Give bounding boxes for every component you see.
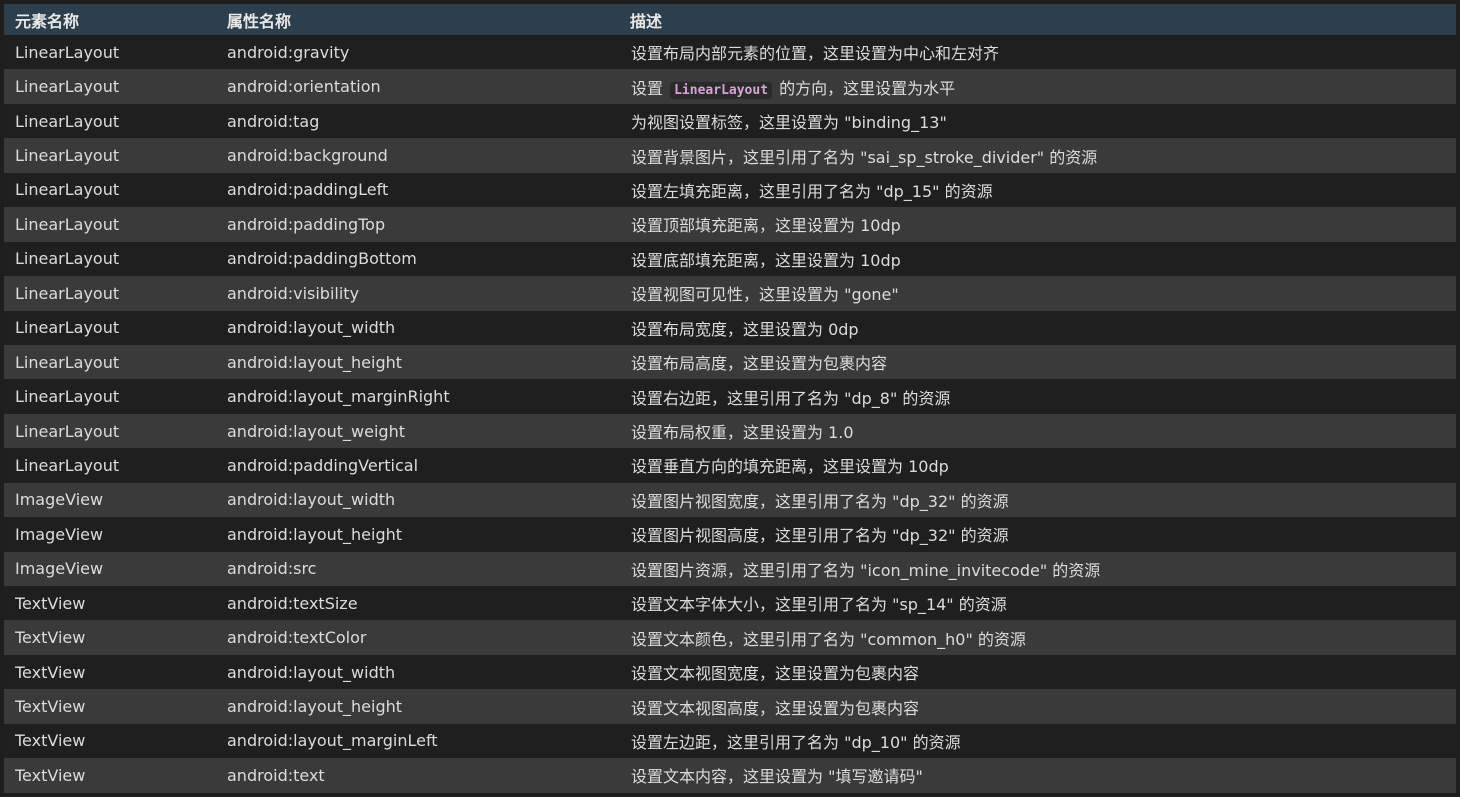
cell-description: 为视图设置标签，这里设置为 "binding_13" bbox=[631, 113, 947, 133]
table-row: LinearLayout android:layout_height 设置布局高度，… bbox=[4, 344, 1456, 380]
cell-description: 设置文本颜色，这里引用了名为 "common_h0" 的资源 bbox=[631, 629, 1026, 649]
table-row: LinearLayout android:paddingBottom 设置底部填充距… bbox=[4, 241, 1456, 277]
cell-element-name: LinearLayout bbox=[15, 111, 120, 131]
cell-description: 设置文本字体大小，这里引用了名为 "sp_14" 的资源 bbox=[631, 595, 1007, 615]
cell-description: 设置文本视图高度，这里设置为包裹内容 bbox=[631, 698, 920, 718]
cell-attribute-name: android:textColor bbox=[227, 628, 367, 648]
description-text-post: 的方向，这里设置为水平 bbox=[779, 78, 956, 98]
table-row: LinearLayout android:background 设置背景图片，这里引… bbox=[4, 138, 1456, 173]
cell-attribute-name: android:src bbox=[227, 559, 317, 579]
table-row: LinearLayout android:paddingTop 设置顶部填充距离，这… bbox=[4, 207, 1456, 242]
cell-description: 设置视图可见性，这里设置为 "gone" bbox=[631, 285, 899, 305]
inline-code: LinearLayout bbox=[670, 81, 773, 99]
cell-element-name: LinearLayout bbox=[15, 352, 120, 372]
cell-element-name: LinearLayout bbox=[15, 77, 120, 97]
cell-attribute-name: android:layout_width bbox=[227, 318, 396, 338]
cell-attribute-name: android:paddingLeft bbox=[227, 180, 389, 200]
table-row: LinearLayout android:layout_weight 设置布局权重，… bbox=[4, 413, 1456, 449]
table-row: LinearLayout android:visibility 设置视图可见性，这里… bbox=[4, 276, 1456, 311]
cell-attribute-name: android:layout_width bbox=[227, 490, 396, 510]
cell-description: 设置文本视图宽度，这里设置为包裹内容 bbox=[631, 664, 920, 684]
cell-description: 设置顶部填充距离，这里设置为 10dp bbox=[631, 216, 901, 236]
header-description: 描述 bbox=[630, 11, 663, 31]
cell-description: 设置左填充距离，这里引用了名为 "dp_15" 的资源 bbox=[631, 181, 993, 201]
table-row: ImageView android:src 设置图片资源，这里引用了名为 "icon… bbox=[4, 551, 1456, 586]
cell-description: 设置底部填充距离，这里设置为 10dp bbox=[631, 250, 901, 270]
cell-description: 设置左边距，这里引用了名为 "dp_10" 的资源 bbox=[631, 732, 961, 752]
attribute-table-container: 元素名称 属性名称 描述 LinearLayout android:gravity… bbox=[4, 4, 1456, 793]
table-row: LinearLayout android:layout_marginRight 设置… bbox=[4, 379, 1456, 414]
cell-element-name: LinearLayout bbox=[15, 421, 120, 441]
table-row: TextView android:textColor 设置文本颜色，这里引用了名为 … bbox=[4, 620, 1456, 655]
header-element-name: 元素名称 bbox=[15, 11, 80, 31]
cell-element-name: LinearLayout bbox=[15, 146, 120, 166]
cell-element-name: ImageView bbox=[15, 490, 104, 510]
cell-description: 设置 LinearLayout 的方向，这里设置为水平 bbox=[619, 69, 1456, 103]
cell-attribute-name: android:paddingTop bbox=[227, 214, 386, 234]
cell-attribute-name: android:layout_width bbox=[227, 662, 396, 682]
table-row: ImageView android:layout_height 设置图片视图高度，这… bbox=[4, 517, 1456, 552]
cell-element-name: TextView bbox=[15, 593, 86, 613]
table-row: LinearLayout android:gravity 设置布局内部元素的位置，这… bbox=[4, 35, 1456, 70]
table-header-row: 元素名称 属性名称 描述 bbox=[4, 4, 1456, 35]
cell-attribute-name: android:paddingBottom bbox=[227, 249, 417, 269]
cell-description: 设置右边距，这里引用了名为 "dp_8" 的资源 bbox=[631, 388, 951, 408]
cell-attribute-name: android:layout_height bbox=[227, 352, 403, 372]
cell-description: 设置布局高度，这里设置为包裹内容 bbox=[631, 354, 888, 374]
cell-element-name: TextView bbox=[15, 662, 86, 682]
cell-attribute-name: android:textSize bbox=[227, 593, 358, 613]
header-attribute-name: 属性名称 bbox=[227, 11, 292, 31]
cell-description: 设置布局内部元素的位置，这里设置为中心和左对齐 bbox=[631, 44, 1000, 64]
table-row: LinearLayout android:paddingVertical 设置垂直方… bbox=[4, 448, 1456, 483]
cell-description: 设置图片资源，这里引用了名为 "icon_mine_invitecode" 的资… bbox=[631, 560, 1101, 580]
cell-element-name: LinearLayout bbox=[15, 42, 120, 62]
table-header: 元素名称 属性名称 描述 bbox=[4, 4, 1456, 35]
cell-attribute-name: android:background bbox=[227, 146, 388, 166]
cell-attribute-name: android:layout_height bbox=[227, 524, 403, 544]
table-row: TextView android:layout_marginLeft 设置左边距，这… bbox=[4, 723, 1456, 759]
table-row: ImageView android:layout_width 设置图片视图宽度，这里… bbox=[4, 482, 1456, 518]
cell-attribute-name: android:layout_marginLeft bbox=[227, 731, 438, 751]
cell-description: 设置布局权重，这里设置为 1.0 bbox=[631, 423, 854, 443]
cell-element-name: LinearLayout bbox=[15, 249, 120, 269]
table-row: LinearLayout android:layout_width 设置布局宽度，这… bbox=[4, 310, 1456, 345]
cell-element-name: LinearLayout bbox=[15, 180, 120, 200]
cell-element-name: LinearLayout bbox=[15, 455, 120, 475]
cell-element-name: TextView bbox=[15, 628, 86, 648]
cell-attribute-name: android:text bbox=[227, 765, 325, 785]
cell-attribute-name: android:paddingVertical bbox=[227, 455, 419, 475]
cell-element-name: TextView bbox=[15, 697, 86, 717]
cell-element-name: LinearLayout bbox=[15, 214, 120, 234]
cell-attribute-name: android:layout_marginRight bbox=[227, 387, 450, 407]
cell-element-name: ImageView bbox=[15, 559, 104, 579]
cell-description: 设置图片视图高度，这里引用了名为 "dp_32" 的资源 bbox=[631, 526, 1009, 546]
cell-description: 设置图片视图宽度，这里引用了名为 "dp_32" 的资源 bbox=[631, 491, 1009, 511]
table-body: LinearLayout android:gravity 设置布局内部元素的位置，这… bbox=[4, 35, 1456, 793]
table-row: LinearLayout android:paddingLeft 设置左填充距离，这… bbox=[4, 172, 1456, 208]
cell-element-name: ImageView bbox=[15, 524, 104, 544]
attribute-table: 元素名称 属性名称 描述 LinearLayout android:gravity… bbox=[4, 4, 1456, 793]
cell-element-name: TextView bbox=[15, 731, 86, 751]
cell-attribute-name: android:visibility bbox=[227, 283, 360, 303]
description-text-pre: 设置 bbox=[631, 78, 664, 98]
cell-attribute-name: android:gravity bbox=[227, 42, 350, 62]
table-row: LinearLayout android:orientation 设置 Linear… bbox=[4, 69, 1456, 104]
cell-attribute-name: android:orientation bbox=[227, 77, 381, 97]
cell-element-name: LinearLayout bbox=[15, 387, 120, 407]
cell-attribute-name: android:tag bbox=[227, 111, 320, 131]
cell-attribute-name: android:layout_height bbox=[227, 697, 403, 717]
cell-element-name: LinearLayout bbox=[15, 283, 120, 303]
table-row: TextView android:layout_height 设置文本视图高度，这里… bbox=[4, 689, 1456, 724]
table-row: TextView android:layout_width 设置文本视图宽度，这里设… bbox=[4, 654, 1456, 690]
table-row: LinearLayout android:tag 为视图设置标签，这里设置为 "bi… bbox=[4, 103, 1456, 139]
cell-element-name: TextView bbox=[15, 765, 86, 785]
table-row: TextView android:textSize 设置文本字体大小，这里引用了名为… bbox=[4, 586, 1456, 621]
cell-attribute-name: android:layout_weight bbox=[227, 421, 405, 441]
cell-element-name: LinearLayout bbox=[15, 318, 120, 338]
cell-description: 设置文本内容，这里设置为 "填写邀请码" bbox=[631, 767, 923, 787]
cell-description: 设置布局宽度，这里设置为 0dp bbox=[631, 319, 859, 339]
table-row: TextView android:text 设置文本内容，这里设置为 "填写邀请码" bbox=[4, 758, 1456, 793]
cell-description: 设置垂直方向的填充距离，这里设置为 10dp bbox=[631, 457, 949, 477]
cell-description: 设置背景图片，这里引用了名为 "sai_sp_stroke_divider" 的… bbox=[631, 147, 1098, 167]
